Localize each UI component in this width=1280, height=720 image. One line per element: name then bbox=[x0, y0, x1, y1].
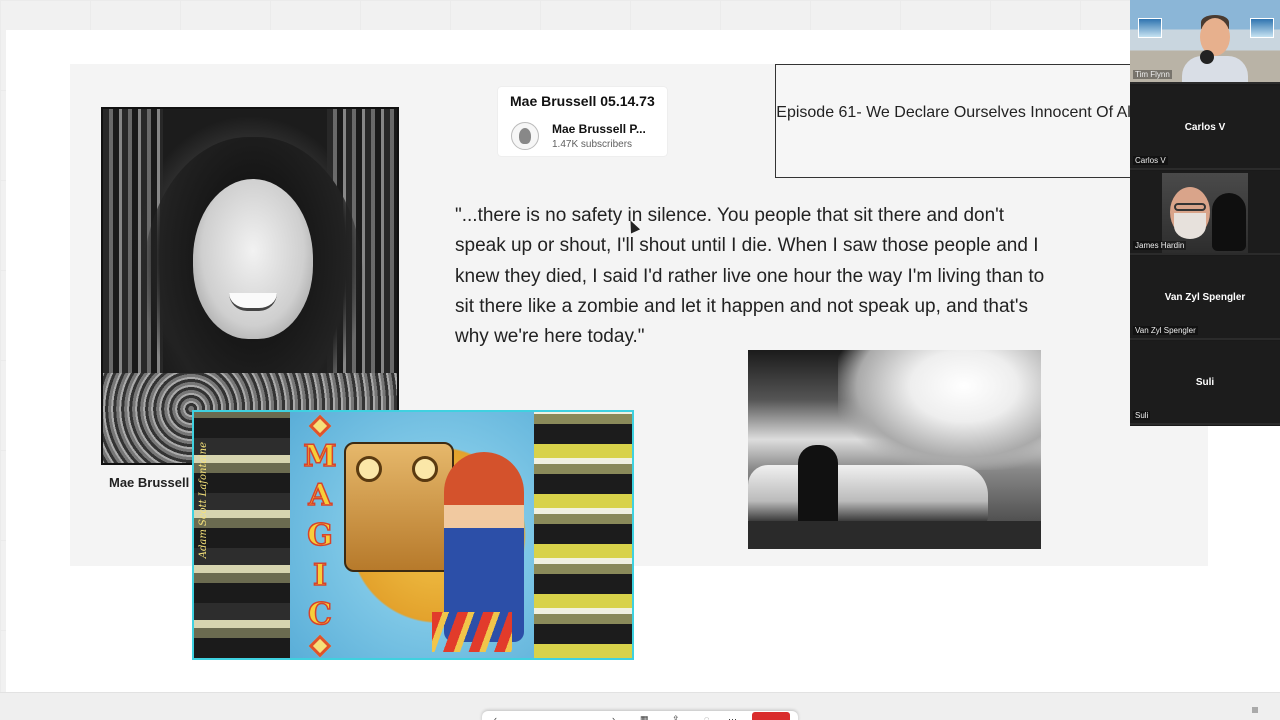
wall-art bbox=[1138, 18, 1162, 38]
quote-text: "...there is no safety in silence. You p… bbox=[455, 205, 1045, 348]
meeting-controls[interactable]: ‹ › ▦ ⇪ ◌ ⋯ bbox=[482, 711, 798, 720]
participant-tile-james[interactable]: James Hardin bbox=[1130, 171, 1280, 255]
play-icon[interactable]: ‹ bbox=[494, 714, 497, 720]
participant-label: Carlos V bbox=[1133, 156, 1168, 165]
magic-letter: A bbox=[308, 478, 333, 514]
participant-label: Van Zyl Spengler bbox=[1133, 326, 1198, 335]
youtube-card[interactable]: Mae Brussell 05.14.73 Mae Brussell P... … bbox=[498, 87, 667, 156]
subscriber-count: 1.47K subscribers bbox=[552, 139, 633, 150]
microphone-icon bbox=[1200, 50, 1214, 64]
channel-name[interactable]: Mae Brussell P... bbox=[552, 122, 646, 136]
share-icon[interactable]: ⇪ bbox=[672, 714, 680, 720]
next-icon[interactable]: › bbox=[612, 714, 615, 720]
participant-label: Suli bbox=[1133, 411, 1151, 420]
participant-tile-vanzyl[interactable]: Van Zyl Spengler Van Zyl Spengler bbox=[1130, 256, 1280, 340]
magic-marquee: MAGIC bbox=[298, 414, 342, 658]
magic-collage: Adam Scott Lafontaine MAGIC bbox=[192, 410, 634, 660]
portrait-face bbox=[193, 179, 313, 339]
smoke bbox=[838, 350, 1041, 470]
participant-label: James Hardin bbox=[1133, 241, 1187, 250]
collage-signature: Adam Scott Lafontaine bbox=[198, 442, 209, 559]
dial-icon bbox=[412, 456, 438, 482]
shirt bbox=[1182, 56, 1248, 82]
participant-tile-tim[interactable]: Tim Flynn bbox=[1130, 0, 1280, 84]
glasses bbox=[1174, 203, 1206, 211]
dog bbox=[1212, 193, 1246, 251]
participant-tile-suli[interactable]: Suli Suli bbox=[1130, 341, 1280, 425]
radio-machine bbox=[344, 442, 454, 572]
grid-icon[interactable]: ▦ bbox=[640, 714, 649, 720]
bullets bbox=[432, 612, 512, 652]
beard bbox=[1174, 213, 1206, 239]
collage-strip-right bbox=[534, 412, 632, 658]
riot-photo bbox=[748, 350, 1041, 549]
magic-letter: G bbox=[306, 517, 333, 554]
participant-tile-carlos[interactable]: Carlos V Carlos V bbox=[1130, 86, 1280, 170]
portrait-caption: Mae Brussell bbox=[109, 475, 190, 490]
diamond-icon bbox=[308, 414, 332, 438]
participant-name: Suli bbox=[1195, 376, 1215, 388]
magic-letter: M bbox=[303, 438, 338, 474]
more-icon[interactable]: ⋯ bbox=[728, 714, 737, 720]
stop-share-button[interactable] bbox=[752, 712, 790, 720]
magic-letter: C bbox=[307, 597, 332, 633]
diamond-icon bbox=[308, 634, 332, 658]
screen: Mae Brussell Mae Brussell 05.14.73 Mae B… bbox=[0, 0, 1280, 720]
dial-icon bbox=[356, 456, 382, 482]
video-title[interactable]: Mae Brussell 05.14.73 bbox=[510, 93, 655, 109]
chat-icon[interactable]: ◌ bbox=[704, 714, 709, 720]
channel-avatar[interactable] bbox=[511, 122, 539, 150]
episode-title-box: Episode 61- We Declare Ourselves Innocen… bbox=[775, 64, 1155, 178]
resize-handle[interactable] bbox=[1252, 707, 1258, 713]
participant-panel: Tim Flynn Carlos V Carlos V James Hardin… bbox=[1130, 0, 1280, 426]
wall-art bbox=[1250, 18, 1274, 38]
episode-title: Episode 61- We Declare Ourselves Innocen… bbox=[776, 104, 1154, 121]
car bbox=[748, 465, 988, 525]
participant-label: Tim Flynn bbox=[1133, 70, 1172, 79]
bottom-toolbar: ‹ › ▦ ⇪ ◌ ⋯ bbox=[0, 692, 1280, 720]
magic-letter: I bbox=[312, 557, 328, 593]
ground bbox=[748, 521, 1041, 549]
